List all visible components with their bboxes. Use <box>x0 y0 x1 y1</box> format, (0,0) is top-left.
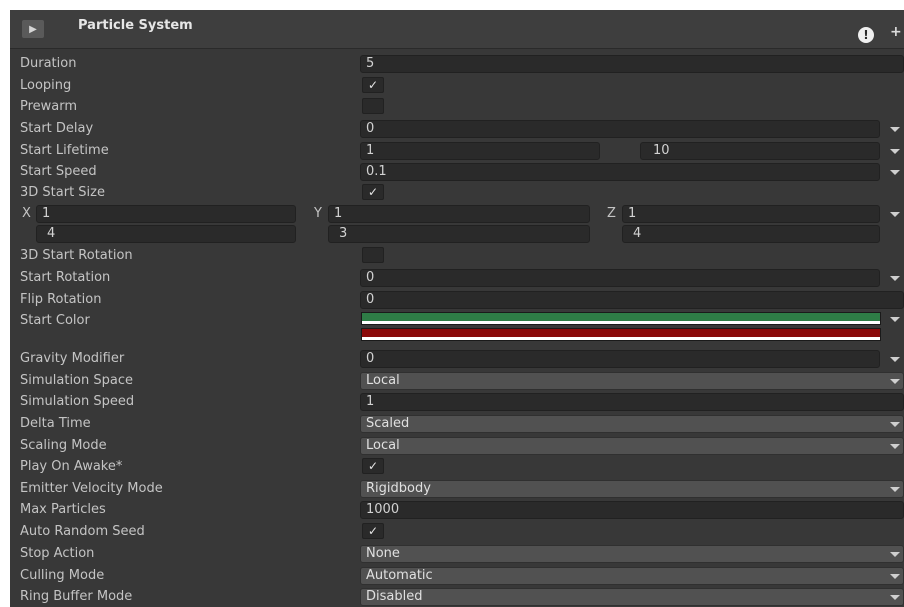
delta-time-dropdown[interactable]: Scaled <box>360 415 904 433</box>
start-speed-mode-arrow[interactable] <box>890 170 900 175</box>
scaling-mode-label: Scaling Mode <box>20 438 107 453</box>
auto-random-seed-checkbox[interactable]: ✓ <box>362 523 384 539</box>
chevron-down-icon <box>890 487 900 492</box>
size-z-min-field[interactable]: 1 <box>622 205 880 223</box>
start-lifetime-min-field[interactable]: 1 <box>360 142 600 160</box>
start-delay-label: Start Delay <box>20 121 94 136</box>
auto-random-seed-label: Auto Random Seed <box>20 524 145 539</box>
play-on-awake-checkbox[interactable]: ✓ <box>362 458 384 474</box>
start-size-mode-arrow[interactable] <box>890 212 900 217</box>
chevron-down-icon <box>890 379 900 384</box>
ring-buffer-mode-dropdown[interactable]: Disabled <box>360 588 904 606</box>
start-delay-mode-arrow[interactable] <box>890 127 900 132</box>
start-speed-label: Start Speed <box>20 164 97 179</box>
ring-buffer-mode-label: Ring Buffer Mode <box>20 589 133 604</box>
start-color-mode-arrow[interactable] <box>890 317 900 322</box>
particle-icon: ▶ <box>22 20 44 38</box>
start-size-3d-checkbox[interactable]: ✓ <box>362 184 384 200</box>
play-on-awake-label: Play On Awake* <box>20 459 123 474</box>
chevron-down-icon <box>890 422 900 427</box>
duration-field[interactable]: 5 <box>360 55 904 73</box>
gravity-modifier-label: Gravity Modifier <box>20 351 125 366</box>
start-size-3d-label: 3D Start Size <box>20 185 105 200</box>
size-x-max-field[interactable]: 4 <box>36 225 296 243</box>
prewarm-checkbox[interactable] <box>362 98 384 114</box>
start-rotation-3d-checkbox[interactable] <box>362 247 384 263</box>
size-y-max-field[interactable]: 3 <box>328 225 590 243</box>
gravity-modifier-mode-arrow[interactable] <box>890 357 900 362</box>
scaling-mode-dropdown[interactable]: Local <box>360 437 904 455</box>
inspector-panel: ▶ Particle System ! + Duration 5 Looping… <box>10 10 904 607</box>
culling-mode-label: Culling Mode <box>20 568 105 583</box>
info-icon[interactable]: ! <box>858 27 874 43</box>
simulation-speed-field[interactable]: 1 <box>360 393 904 411</box>
duration-label: Duration <box>20 56 77 71</box>
chevron-down-icon <box>890 574 900 579</box>
start-rotation-3d-label: 3D Start Rotation <box>20 248 133 263</box>
simulation-speed-label: Simulation Speed <box>20 394 135 409</box>
chevron-down-icon <box>890 595 900 600</box>
stop-action-label: Stop Action <box>20 546 95 561</box>
stop-action-dropdown[interactable]: None <box>360 545 904 563</box>
chevron-down-icon <box>890 444 900 449</box>
start-color-swatch-a[interactable] <box>361 312 881 325</box>
size-y-min-field[interactable]: 1 <box>328 205 590 223</box>
start-rotation-field[interactable]: 0 <box>360 269 880 287</box>
delta-time-label: Delta Time <box>20 416 91 431</box>
component-header[interactable]: ▶ Particle System ! + <box>10 10 904 49</box>
start-color-swatch-b[interactable] <box>361 328 881 341</box>
culling-mode-dropdown[interactable]: Automatic <box>360 567 904 585</box>
size-z-axis-label: Z <box>607 206 616 221</box>
emitter-velocity-mode-dropdown[interactable]: Rigidbody <box>360 480 904 498</box>
start-rotation-mode-arrow[interactable] <box>890 276 900 281</box>
start-lifetime-max-field[interactable]: 10 <box>640 142 880 160</box>
max-particles-label: Max Particles <box>20 502 106 517</box>
prewarm-label: Prewarm <box>20 99 78 114</box>
start-color-label: Start Color <box>20 313 90 328</box>
max-particles-field[interactable]: 1000 <box>360 501 904 519</box>
add-icon[interactable]: + <box>890 24 902 40</box>
size-x-axis-label: X <box>22 206 31 221</box>
start-rotation-label: Start Rotation <box>20 270 111 285</box>
gravity-modifier-field[interactable]: 0 <box>360 350 880 368</box>
simulation-space-label: Simulation Space <box>20 373 133 388</box>
start-lifetime-mode-arrow[interactable] <box>890 149 900 154</box>
emitter-velocity-mode-label: Emitter Velocity Mode <box>20 481 163 496</box>
flip-rotation-field[interactable]: 0 <box>360 291 904 309</box>
start-delay-field[interactable]: 0 <box>360 120 880 138</box>
looping-label: Looping <box>20 78 72 93</box>
chevron-down-icon <box>890 552 900 557</box>
size-z-max-field[interactable]: 4 <box>622 225 880 243</box>
looping-checkbox[interactable]: ✓ <box>362 77 384 93</box>
start-speed-field[interactable]: 0.1 <box>360 163 880 181</box>
flip-rotation-label: Flip Rotation <box>20 292 102 307</box>
start-lifetime-label: Start Lifetime <box>20 143 109 158</box>
size-x-min-field[interactable]: 1 <box>36 205 296 223</box>
simulation-space-dropdown[interactable]: Local <box>360 372 904 390</box>
component-title: Particle System <box>78 18 193 33</box>
size-y-axis-label: Y <box>314 206 322 221</box>
